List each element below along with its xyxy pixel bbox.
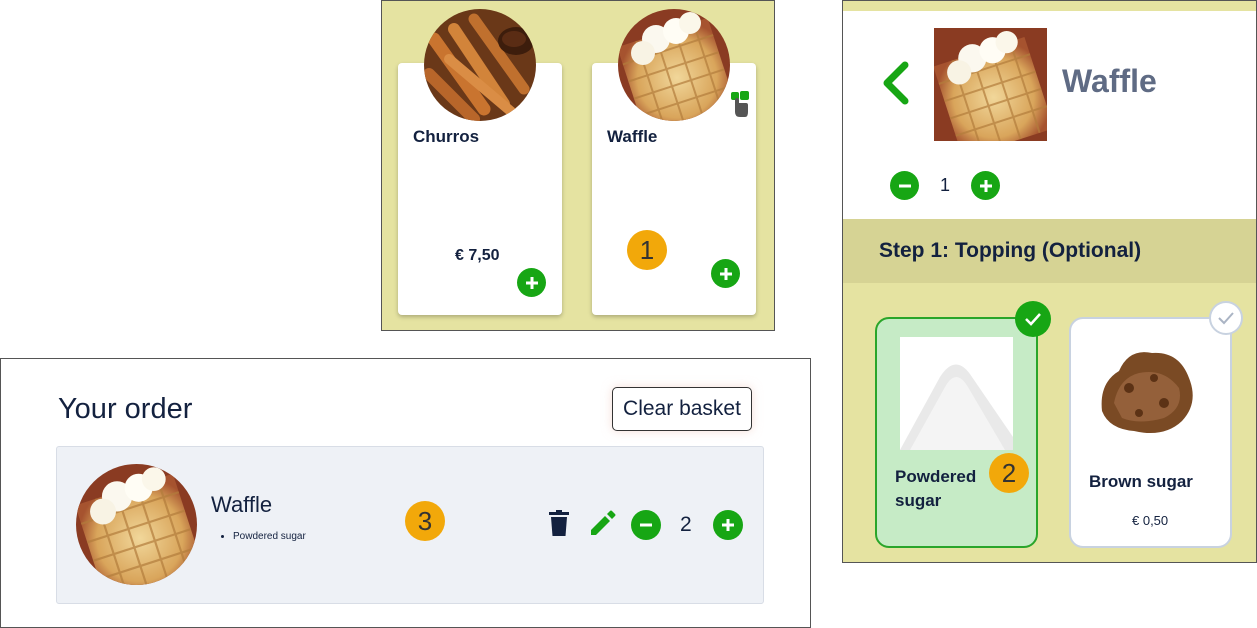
quantity-value: 1 (940, 175, 951, 195)
order-item-option: Powdered sugar (233, 531, 306, 542)
detail-header: Waffle 1 (843, 11, 1256, 219)
menu-item-price: € 7,50 (455, 247, 500, 264)
order-panel: Your order Clear basket Waffle Powdered … (0, 358, 811, 628)
topping-brown-sugar[interactable]: Brown sugar € 0,50 (1069, 317, 1232, 548)
order-quantity-value: 2 (680, 513, 692, 536)
pointer-hand-icon (729, 90, 751, 123)
plus-icon (722, 519, 734, 531)
menu-item-name: Waffle (607, 127, 658, 146)
increase-order-quantity-button[interactable] (713, 510, 743, 540)
order-title: Your order (58, 393, 193, 425)
order-item-image (76, 464, 197, 585)
step-badge: 1 (627, 230, 667, 270)
brown-sugar-image (1094, 333, 1199, 443)
check-selected-icon (1015, 301, 1051, 337)
step-badge: 2 (989, 453, 1029, 493)
plus-icon (719, 267, 732, 280)
pencil-icon (591, 510, 616, 535)
minus-icon (640, 523, 652, 527)
add-waffle-button[interactable] (711, 259, 740, 288)
item-detail-panel: Waffle 1 Step 1: Topping (Optional) Powd… (842, 0, 1257, 563)
delete-button[interactable] (549, 510, 569, 542)
menu-item-name: Churros (413, 127, 480, 146)
decrease-order-quantity-button[interactable] (631, 510, 661, 540)
order-item-name: Waffle (211, 492, 273, 517)
trash-icon (549, 510, 569, 536)
topping-price: € 0,50 (1132, 513, 1169, 528)
topping-name: Powdered (895, 467, 977, 486)
plus-icon (525, 276, 538, 289)
edit-button[interactable] (588, 509, 616, 542)
churros-image (424, 9, 536, 121)
order-item-row: Waffle Powdered sugar 3 2 (56, 446, 764, 604)
topping-name-line2: sugar (895, 491, 942, 510)
topping-name: Brown sugar (1089, 472, 1193, 491)
chevron-left-icon (883, 61, 909, 105)
clear-basket-button[interactable]: Clear basket (612, 387, 752, 431)
waffle-image (618, 9, 730, 121)
menu-panel: Churros € 7,50 Waffle 1 (381, 0, 775, 331)
decrease-quantity-button[interactable] (890, 171, 919, 200)
add-churros-button[interactable] (517, 268, 546, 297)
check-unselected-icon (1209, 301, 1243, 335)
increase-quantity-button[interactable] (971, 171, 1000, 200)
step-badge: 3 (405, 501, 445, 541)
order-item-options: Powdered sugar (217, 531, 306, 542)
step-label: Step 1: Topping (Optional) (879, 239, 1142, 262)
powdered-sugar-image (900, 337, 1013, 450)
minus-icon (898, 184, 911, 187)
detail-waffle-image (934, 28, 1047, 141)
plus-icon (979, 179, 992, 192)
topping-powdered-sugar[interactable]: Powdered sugar (875, 317, 1038, 548)
detail-title: Waffle (1062, 63, 1157, 99)
step-header: Step 1: Topping (Optional) (843, 219, 1256, 283)
back-button[interactable] (881, 61, 911, 110)
